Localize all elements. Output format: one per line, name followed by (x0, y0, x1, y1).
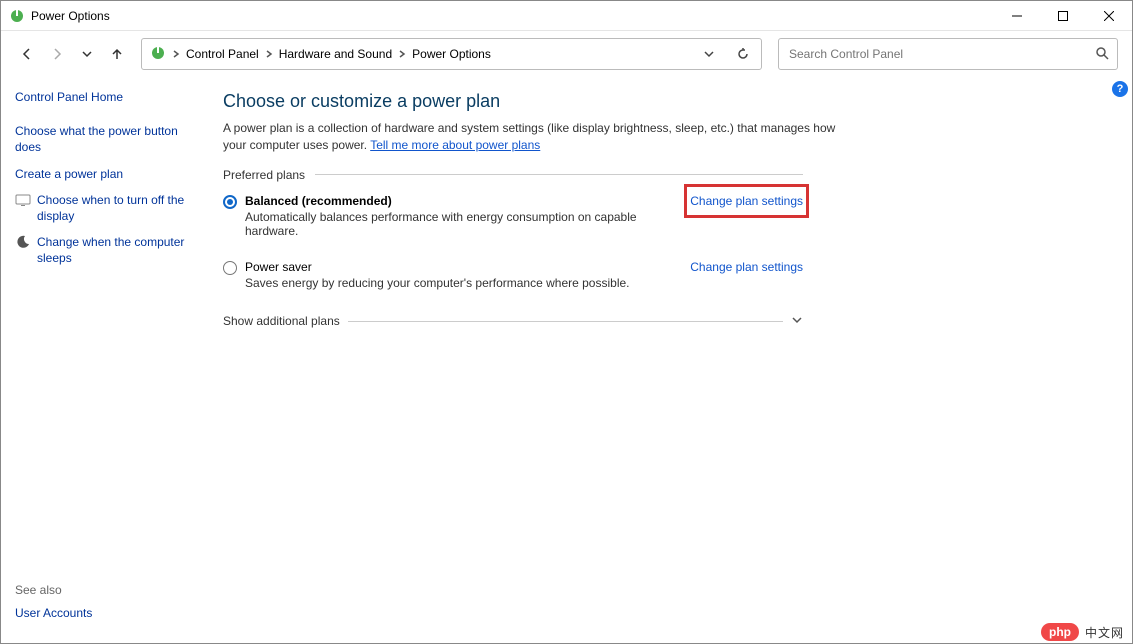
sidebar-link-display-off[interactable]: Choose when to turn off the display (37, 192, 197, 224)
power-options-icon (9, 8, 25, 24)
breadcrumb-control-panel[interactable]: Control Panel (186, 47, 259, 61)
show-additional-plans[interactable]: Show additional plans (223, 314, 803, 329)
see-also-user-accounts[interactable]: User Accounts (15, 605, 197, 621)
watermark: php 中文网 (1041, 623, 1124, 641)
see-also-label: See also (15, 583, 197, 597)
plan-name[interactable]: Power saver (245, 260, 630, 274)
help-icon[interactable]: ? (1112, 81, 1128, 97)
moon-icon (15, 234, 31, 250)
forward-button[interactable] (45, 42, 69, 66)
recent-locations-button[interactable] (75, 42, 99, 66)
chevron-right-icon[interactable] (398, 47, 406, 61)
plan-name[interactable]: Balanced (recommended) (245, 194, 690, 208)
search-box[interactable] (778, 38, 1118, 70)
sidebar-link-power-button[interactable]: Choose what the power button does (15, 123, 197, 155)
chevron-right-icon[interactable] (265, 47, 273, 61)
desc-learn-more-link[interactable]: Tell me more about power plans (370, 138, 540, 152)
sidebar: Control Panel Home Choose what the power… (1, 77, 211, 643)
power-plan-row: Power saver Saves energy by reducing you… (223, 260, 803, 290)
address-dropdown-button[interactable] (695, 40, 723, 68)
plan-description: Saves energy by reducing your computer's… (245, 276, 630, 290)
sidebar-link-sleep[interactable]: Change when the computer sleeps (37, 234, 197, 266)
minimize-button[interactable] (994, 1, 1040, 31)
refresh-button[interactable] (729, 40, 757, 68)
address-bar[interactable]: Control Panel Hardware and Sound Power O… (141, 38, 762, 70)
sidebar-home[interactable]: Control Panel Home (15, 89, 197, 105)
main-content: ? Choose or customize a power plan A pow… (211, 77, 1132, 643)
close-button[interactable] (1086, 1, 1132, 31)
search-input[interactable] (787, 46, 1095, 62)
back-button[interactable] (15, 42, 39, 66)
sidebar-link-create-plan[interactable]: Create a power plan (15, 166, 197, 182)
window-controls (994, 1, 1132, 31)
watermark-text: 中文网 (1085, 624, 1124, 641)
titlebar: Power Options (1, 1, 1132, 31)
power-plan-row: Balanced (recommended) Automatically bal… (223, 194, 803, 238)
address-icon (150, 45, 166, 64)
breadcrumb-hardware-and-sound[interactable]: Hardware and Sound (279, 47, 392, 61)
page-title: Choose or customize a power plan (223, 91, 1112, 112)
change-plan-settings-link[interactable]: Change plan settings (690, 194, 803, 208)
chevron-down-icon (791, 314, 803, 329)
nav-row: Control Panel Hardware and Sound Power O… (1, 31, 1132, 77)
up-button[interactable] (105, 42, 129, 66)
plan-radio-balanced[interactable] (223, 195, 237, 209)
chevron-right-icon[interactable] (172, 47, 180, 61)
search-icon[interactable] (1095, 46, 1109, 63)
window-title: Power Options (31, 9, 110, 23)
plan-radio-power-saver[interactable] (223, 261, 237, 275)
page-description: A power plan is a collection of hardware… (223, 120, 843, 154)
maximize-button[interactable] (1040, 1, 1086, 31)
breadcrumb-power-options[interactable]: Power Options (412, 47, 491, 61)
preferred-plans-label: Preferred plans (223, 168, 803, 182)
plan-description: Automatically balances performance with … (245, 210, 690, 238)
watermark-pill: php (1041, 623, 1079, 641)
change-plan-settings-link[interactable]: Change plan settings (690, 260, 803, 274)
display-icon (15, 192, 31, 208)
